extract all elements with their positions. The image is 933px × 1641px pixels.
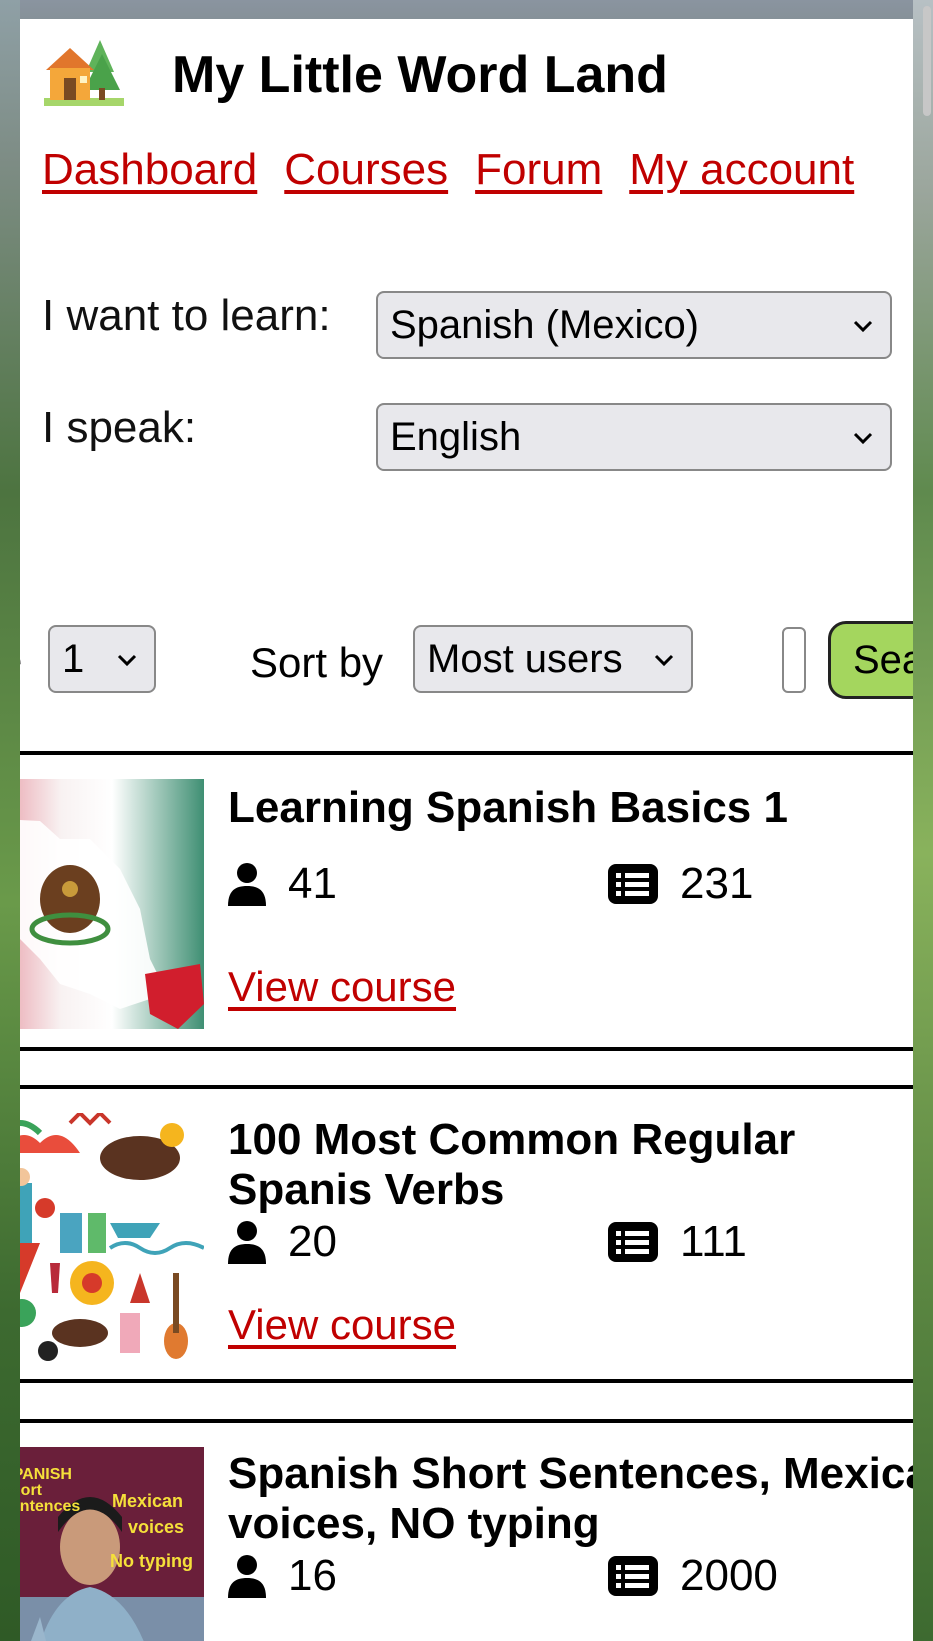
learn-language-select[interactable]: Spanish (Mexico) — [376, 291, 892, 359]
course-title[interactable]: Spanish Short Sentences, Mexica voices, … — [228, 1449, 913, 1549]
learn-language-value: Spanish (Mexico) — [390, 302, 700, 347]
user-icon — [228, 863, 266, 906]
sort-label: Sort by — [250, 639, 384, 686]
spain-icons-pattern-image — [20, 1113, 204, 1363]
learn-label: I want to learn: — [42, 291, 331, 340]
items-count: 111 — [608, 1217, 747, 1267]
site-logo[interactable] — [42, 27, 126, 117]
users-count-value: 16 — [288, 1551, 337, 1600]
nav-courses[interactable]: Courses — [284, 145, 448, 195]
users-count-value: 20 — [288, 1217, 337, 1266]
users-count: 16 — [228, 1551, 337, 1601]
course-card: 100 Most Common Regular Spanis Verbs 20 … — [20, 1085, 913, 1383]
chevron-down-icon — [853, 320, 873, 333]
background-right — [913, 0, 933, 1641]
page-label-fragment: e — [20, 639, 22, 684]
course-title[interactable]: 100 Most Common Regular Spanis Verbs — [228, 1115, 913, 1215]
mexico-flag-map-image — [20, 779, 204, 1029]
items-count-value: 111 — [680, 1217, 747, 1266]
view-course-link[interactable]: View course — [228, 1301, 456, 1349]
items-count: 2000 — [608, 1551, 778, 1601]
scrollbar[interactable] — [923, 6, 931, 116]
chevron-down-icon — [654, 654, 674, 667]
user-icon — [228, 1221, 266, 1264]
search-input[interactable] — [782, 627, 806, 693]
users-count-value: 41 — [288, 859, 337, 908]
thumb-text-mexican: Mexican — [112, 1491, 184, 1511]
background-left — [0, 0, 20, 1641]
nav-forum[interactable]: Forum — [475, 145, 602, 195]
nav-my-account[interactable]: My account — [629, 145, 854, 195]
thumb-text-no-typing: No typing — [110, 1551, 193, 1571]
speak-row: I speak: English — [42, 403, 892, 471]
course-thumbnail[interactable] — [20, 779, 204, 1029]
sort-select-value: Most users — [427, 636, 623, 681]
house-tree-icon — [44, 40, 124, 106]
learn-row: I want to learn: Spanish (Mexico) — [42, 291, 892, 359]
filter-bar: e 1 Sort by Most users Sear — [20, 621, 913, 705]
list-icon — [608, 1556, 658, 1596]
thumb-text-short: short — [20, 1482, 42, 1499]
nav-dashboard[interactable]: Dashboard — [42, 145, 257, 195]
items-count: 231 — [608, 859, 753, 909]
speak-label: I speak: — [42, 403, 197, 452]
items-count-value: 2000 — [680, 1551, 778, 1600]
main-panel: My Little Word Land Dashboard Courses Fo… — [20, 19, 913, 1641]
search-button[interactable]: Sear — [828, 621, 913, 699]
view-course-link[interactable]: View course — [228, 963, 456, 1011]
list-icon — [608, 864, 658, 904]
course-title[interactable]: Learning Spanish Basics 1 — [228, 783, 913, 833]
course-thumbnail[interactable]: SPANISH short sentences Mexican voices N… — [20, 1447, 204, 1641]
main-nav: Dashboard Courses Forum My account — [42, 145, 854, 195]
course-card: Learning Spanish Basics 1 41 231 View co… — [20, 751, 913, 1051]
course-card: SPANISH short sentences Mexican voices N… — [20, 1419, 913, 1641]
page-select[interactable]: 1 — [48, 625, 156, 693]
users-count: 41 — [228, 859, 337, 909]
page-select-value: 1 — [62, 636, 85, 681]
user-icon — [228, 1555, 266, 1598]
chevron-down-icon — [853, 432, 873, 445]
speak-language-select[interactable]: English — [376, 403, 892, 471]
list-icon — [608, 1222, 658, 1262]
thumb-text-spanish: SPANISH — [20, 1466, 72, 1483]
course-thumbnail[interactable] — [20, 1113, 204, 1363]
thumb-text-sentences: sentences — [20, 1498, 81, 1515]
users-count: 20 — [228, 1217, 337, 1267]
sort-select[interactable]: Most users — [413, 625, 693, 693]
speak-language-value: English — [390, 414, 522, 459]
chevron-down-icon — [117, 654, 137, 667]
items-count-value: 231 — [680, 859, 754, 908]
site-title[interactable]: My Little Word Land — [172, 45, 668, 105]
thumb-text-voices: voices — [128, 1517, 185, 1537]
